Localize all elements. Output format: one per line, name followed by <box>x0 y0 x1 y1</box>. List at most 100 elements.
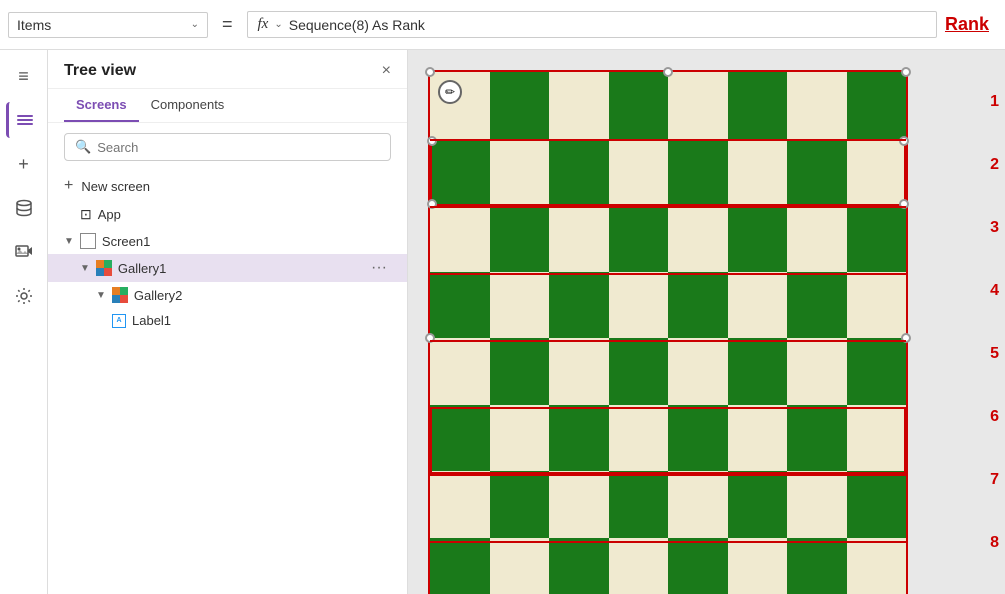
cell-0-0 <box>430 72 490 139</box>
app-label: App <box>98 207 121 222</box>
handle-top-left[interactable] <box>425 67 435 77</box>
close-tree-button[interactable]: × <box>382 62 391 80</box>
cell-0-6 <box>787 72 847 139</box>
cell-2-0 <box>430 205 490 272</box>
cell-2-4 <box>668 205 728 272</box>
layers-icon <box>15 110 35 130</box>
fx-label: fx <box>258 16 269 33</box>
database-button[interactable] <box>6 190 42 226</box>
cell-7-1 <box>490 538 550 594</box>
cell-5-2 <box>549 405 609 472</box>
handle-middle-left[interactable] <box>425 333 435 343</box>
cell-7-3 <box>609 538 669 594</box>
cell-0-1 <box>490 72 550 139</box>
rank-label-2: 2 <box>990 156 999 174</box>
cell-6-2 <box>549 471 609 538</box>
cell-2-6 <box>787 205 847 272</box>
label1-label: Label1 <box>132 313 171 328</box>
cell-6-4 <box>668 471 728 538</box>
checkerboard[interactable]: ✏ <box>428 70 908 594</box>
new-screen-button[interactable]: + New screen <box>48 171 407 201</box>
rank-label-5: 5 <box>990 345 999 363</box>
app-icon: ⊡ <box>80 206 92 223</box>
gallery1-icon <box>96 260 112 276</box>
tree-item-gallery2[interactable]: ▼ Gallery2 <box>48 282 407 308</box>
dropdown-arrow-icon: ⌄ <box>191 19 199 30</box>
cell-7-5 <box>728 538 788 594</box>
hamburger-menu-button[interactable]: ≡ <box>6 58 42 94</box>
handle-top-right[interactable] <box>901 67 911 77</box>
tree-item-screen1[interactable]: ▼ Screen1 <box>48 228 407 254</box>
cell-4-1 <box>490 338 550 405</box>
cell-0-2 <box>549 72 609 139</box>
equals-button[interactable]: = <box>216 10 239 39</box>
edit-handle[interactable]: ✏ <box>438 80 462 104</box>
formula-text: Sequence(8) As Rank <box>289 17 425 33</box>
dropdown-label: Items <box>17 17 185 33</box>
tree-item-app[interactable]: ⊡ App <box>48 201 407 228</box>
canvas-area: ✏ 1 2 3 4 5 6 7 8 <box>408 50 1005 594</box>
cell-2-5 <box>728 205 788 272</box>
layers-button[interactable] <box>6 102 42 138</box>
plus-icon: + <box>64 177 73 195</box>
cell-6-5 <box>728 471 788 538</box>
settings-button[interactable] <box>6 278 42 314</box>
media-button[interactable] <box>6 234 42 270</box>
cell-5-6 <box>787 405 847 472</box>
add-button[interactable]: + <box>6 146 42 182</box>
search-input[interactable] <box>97 140 380 155</box>
search-box: 🔍 <box>64 133 391 161</box>
items-dropdown[interactable]: Items ⌄ <box>8 12 208 38</box>
cell-3-6 <box>787 272 847 339</box>
equals-symbol: = <box>222 14 233 34</box>
screen1-icon <box>80 233 96 249</box>
cell-2-3 <box>609 205 669 272</box>
tree-item-gallery1[interactable]: ▼ Gallery1 ··· <box>48 254 407 282</box>
rank-labels: 1 2 3 4 5 6 7 8 <box>984 70 1005 574</box>
cell-4-5 <box>728 338 788 405</box>
cell-1-1 <box>490 139 550 206</box>
tree-item-label1[interactable]: A Label1 <box>48 308 407 333</box>
gallery2-icon <box>112 287 128 303</box>
cell-7-6 <box>787 538 847 594</box>
gallery1-label: Gallery1 <box>118 261 166 276</box>
cell-3-7 <box>847 272 907 339</box>
screen1-chevron-icon: ▼ <box>64 236 74 247</box>
screen1-label: Screen1 <box>102 234 150 249</box>
rank-label-7: 7 <box>990 471 999 489</box>
cell-0-3 <box>609 72 669 139</box>
cell-5-5 <box>728 405 788 472</box>
database-icon <box>14 198 34 218</box>
checker-grid <box>430 72 906 594</box>
cell-3-4 <box>668 272 728 339</box>
handle-top-center[interactable] <box>663 67 673 77</box>
cell-4-7 <box>847 338 907 405</box>
tree-panel-title: Tree view <box>64 62 136 80</box>
cell-3-3 <box>609 272 669 339</box>
rank-label-3: 3 <box>990 219 999 237</box>
cell-1-4 <box>668 139 728 206</box>
rank-label-6: 6 <box>990 408 999 426</box>
formula-bar[interactable]: fx ⌄ Sequence(8) As Rank <box>247 11 937 38</box>
tab-components[interactable]: Components <box>139 89 237 122</box>
cell-5-0 <box>430 405 490 472</box>
settings-icon <box>14 286 34 306</box>
cell-3-0 <box>430 272 490 339</box>
cell-7-4 <box>668 538 728 594</box>
cell-4-2 <box>549 338 609 405</box>
handle-middle-right[interactable] <box>901 333 911 343</box>
cell-5-3 <box>609 405 669 472</box>
gallery1-more-button[interactable]: ··· <box>367 259 391 277</box>
cell-6-0 <box>430 471 490 538</box>
tab-screens[interactable]: Screens <box>64 89 139 122</box>
cell-6-3 <box>609 471 669 538</box>
cell-1-0 <box>430 139 490 206</box>
gallery1-chevron-icon: ▼ <box>80 263 90 274</box>
cell-0-7 <box>847 72 907 139</box>
fx-arrow-icon: ⌄ <box>274 19 282 30</box>
search-icon: 🔍 <box>75 139 91 155</box>
cell-1-3 <box>609 139 669 206</box>
rank-column-header: Rank <box>945 14 997 35</box>
cell-1-6 <box>787 139 847 206</box>
gallery2-label: Gallery2 <box>134 288 182 303</box>
